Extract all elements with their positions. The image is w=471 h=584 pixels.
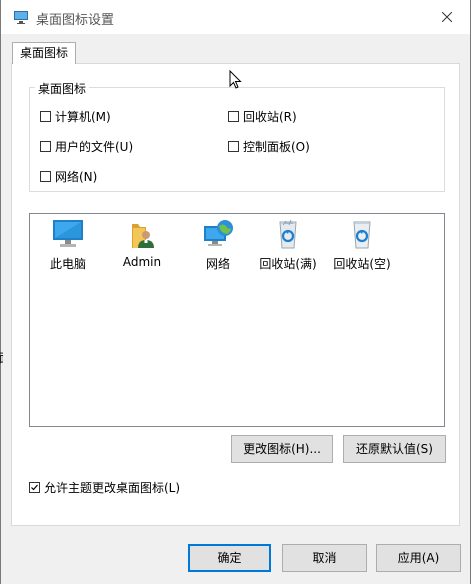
recycle-bin-full-icon [279,219,297,249]
checkbox-label: 网络(N) [55,169,98,184]
icon-label: 回收站(空) [333,257,391,271]
checkbox-box[interactable] [40,110,51,122]
recycle-bin-empty-icon [353,221,371,249]
checkbox-user-files[interactable]: 用户的文件(U) [40,138,133,154]
change-icon-button[interactable]: 更改图标(H)... [231,435,333,463]
title-bar[interactable]: 桌面图标设置 [1,0,470,34]
window-title: 桌面图标设置 [36,13,115,28]
tab-desktop-icons[interactable]: 桌面图标 [12,42,76,64]
monitor-icon [53,220,83,247]
icon-item-network[interactable]: 网络 [180,218,256,272]
checkbox-label: 用户的文件(U) [55,139,134,154]
checkbox-computer[interactable]: 计算机(M) [40,108,111,124]
icon-label: 网络 [205,257,230,271]
cancel-button[interactable]: 取消 [282,544,367,572]
groupbox-title: 桌面图标 [35,80,90,97]
icon-item-this-pc[interactable]: 此电脑 [30,218,106,272]
checkbox-control-panel[interactable]: 控制面板(O) [228,138,310,154]
network-icon [204,220,233,246]
icon-label: 回收站(满) [259,257,317,271]
icon-item-recycle-bin-empty[interactable]: 回收站(空) [324,218,400,272]
ok-button[interactable]: 确定 [188,544,271,572]
settings-app-icon [14,11,28,24]
background-window-text: 面 [0,349,3,366]
checkbox-label: 控制面板(O) [243,139,310,154]
close-icon [442,12,452,22]
restore-default-button[interactable]: 还原默认值(S) [343,435,446,463]
checkbox-allow-theme[interactable]: 允许主题更改桌面图标(L) [29,479,180,495]
mouse-cursor-icon [229,70,242,89]
desktop-icon-settings-window: 桌面图标设置 面 桌面图标 桌面图标 计算机(M) 回收站(R) 用户的文件(U… [0,0,471,584]
checkbox-box[interactable] [228,110,239,122]
apply-button[interactable]: 应用(A) [376,544,461,572]
checkbox-recycle-bin[interactable]: 回收站(R) [228,108,297,124]
checkbox-box[interactable] [29,481,40,493]
checkbox-label: 计算机(M) [55,109,111,124]
checkbox-box[interactable] [40,170,51,182]
icon-item-recycle-bin-full[interactable]: 回收站(满) [250,218,326,272]
checkbox-label: 允许主题更改桌面图标(L) [44,480,181,495]
checkbox-label: 回收站(R) [243,109,297,124]
checkbox-box[interactable] [228,140,239,152]
checkbox-box[interactable] [40,140,51,152]
user-folder-icon [132,224,154,248]
checkbox-network[interactable]: 网络(N) [40,168,97,184]
icon-item-admin[interactable]: Admin [104,218,180,269]
check-icon [31,484,38,490]
icon-label: 此电脑 [49,257,86,271]
icon-list[interactable]: 此电脑 Admin 网络 回收站(满) 回收站(空) [29,213,445,427]
icon-label: Admin [122,255,162,269]
close-button[interactable] [424,0,470,34]
